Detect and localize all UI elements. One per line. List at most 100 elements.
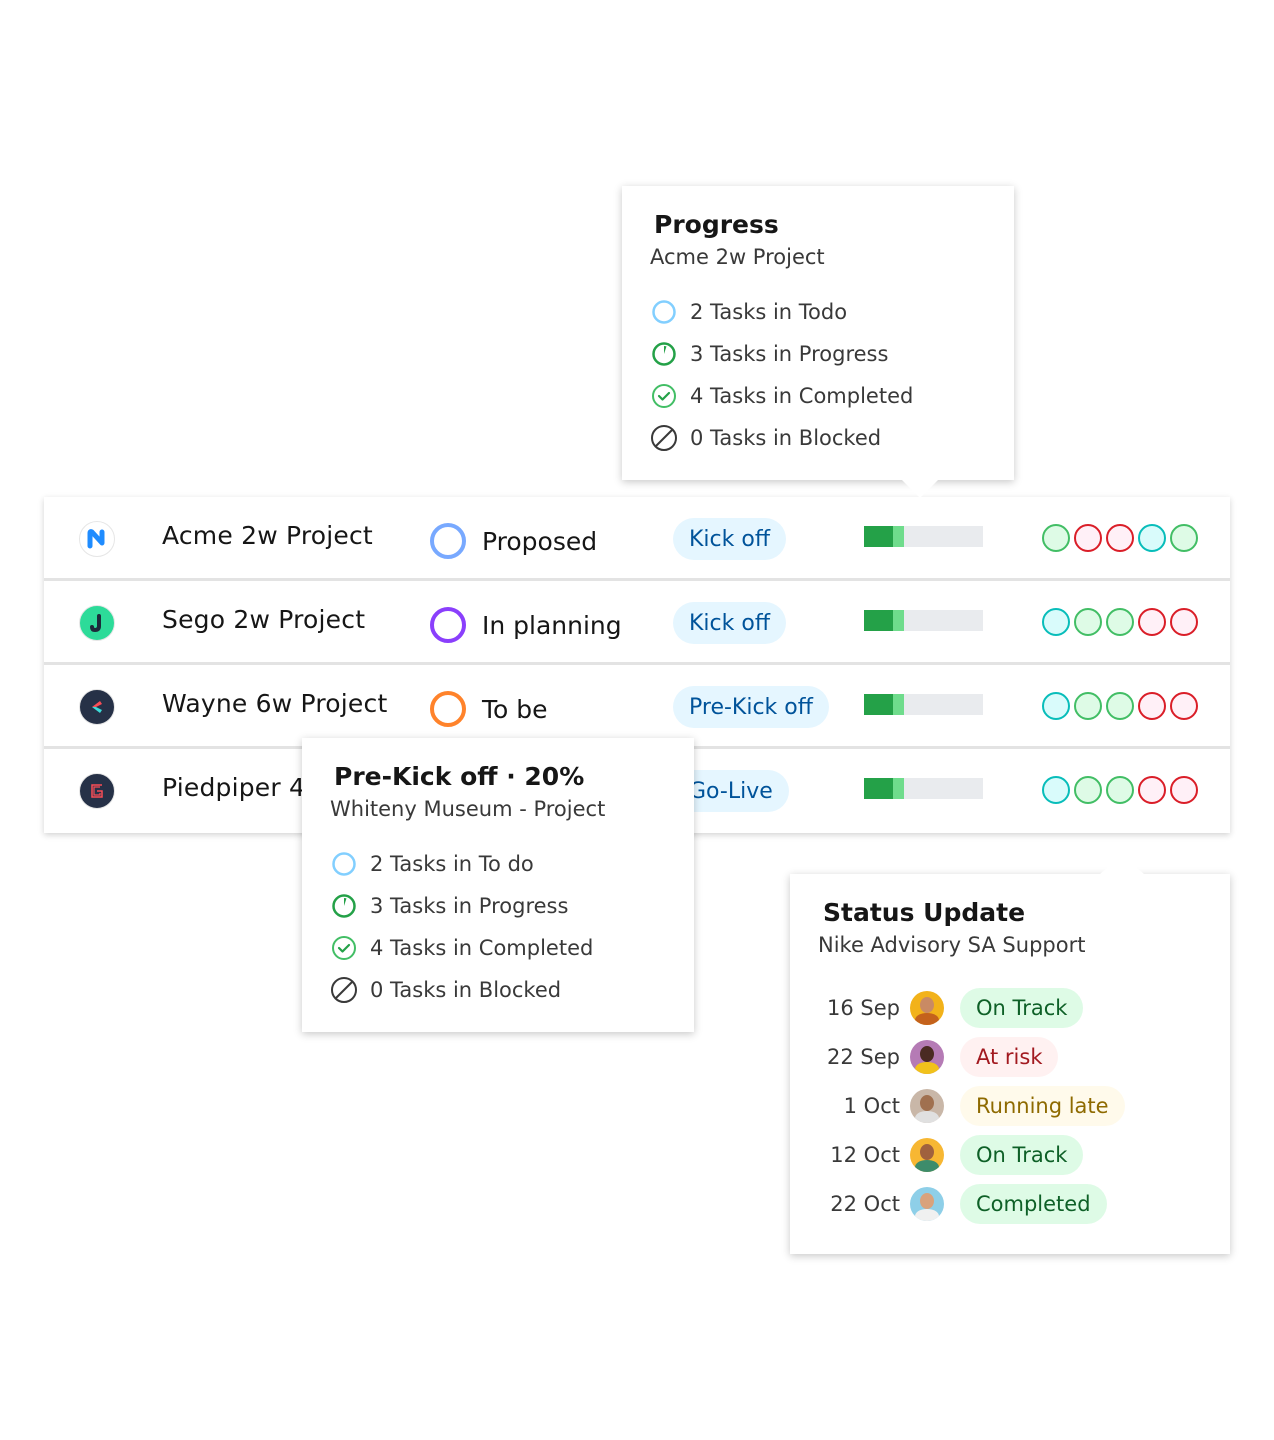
- health-dot-cyan[interactable]: [1138, 524, 1166, 552]
- update-date: 22 Sep: [827, 1044, 900, 1069]
- health-dot-cyan[interactable]: [1042, 608, 1070, 636]
- progress-tooltip: Progress Acme 2w Project 2 Tasks in Todo…: [622, 186, 1014, 498]
- phase-tooltip: Pre-Kick off · 20% Whiteny Museum - Proj…: [302, 738, 694, 1032]
- avatar: [910, 990, 944, 1025]
- status-update-item[interactable]: 12 Oct On Track: [822, 1130, 1198, 1179]
- j-logo-icon: [79, 605, 115, 641]
- status-ring-icon: [430, 523, 466, 559]
- phase-chip[interactable]: Kick off: [673, 518, 786, 560]
- health-dot-red[interactable]: [1138, 692, 1166, 720]
- health-dot-red[interactable]: [1170, 608, 1198, 636]
- health-dot-green[interactable]: [1042, 524, 1070, 552]
- project-name[interactable]: Sego 2w Project: [162, 605, 365, 634]
- project-status[interactable]: To be: [430, 691, 548, 727]
- avatar: [910, 1088, 944, 1123]
- status-update-item[interactable]: 16 Sep On Track: [822, 983, 1198, 1032]
- project-status[interactable]: In planning: [430, 607, 622, 643]
- health-dot-green[interactable]: [1170, 524, 1198, 552]
- task-summary-item: 3 Tasks in Progress: [330, 885, 666, 927]
- table-row[interactable]: Wayne 6w Project To be Pre-Kick off: [44, 665, 1230, 749]
- health-dot-green[interactable]: [1106, 692, 1134, 720]
- in-progress-icon: [650, 340, 678, 368]
- task-summary-item: 2 Tasks in Todo: [650, 291, 986, 333]
- status-label: In planning: [482, 610, 622, 640]
- health-dot-green[interactable]: [1074, 608, 1102, 636]
- status-pill: Completed: [960, 1183, 1107, 1224]
- task-summary-label: 2 Tasks in To do: [370, 852, 534, 876]
- health-dot-red[interactable]: [1170, 692, 1198, 720]
- health-dot-green[interactable]: [1074, 776, 1102, 804]
- progress-in-progress: [892, 610, 905, 631]
- progress-bar[interactable]: [864, 526, 983, 547]
- health-dot-green[interactable]: [1074, 692, 1102, 720]
- project-name[interactable]: Wayne 6w Project: [162, 689, 387, 718]
- health-dot-red[interactable]: [1138, 608, 1166, 636]
- status-update-item[interactable]: 22 Oct Completed: [822, 1179, 1198, 1228]
- health-dots[interactable]: [1042, 776, 1198, 804]
- tooltip-title: Status Update: [823, 898, 1026, 927]
- project-name[interactable]: Piedpiper 4: [162, 773, 305, 802]
- blocked-icon: [650, 424, 678, 452]
- health-dots[interactable]: [1042, 608, 1198, 636]
- status-update-tooltip: Status Update Nike Advisory SA Support 1…: [790, 854, 1230, 1254]
- project-status[interactable]: Proposed: [430, 523, 597, 559]
- task-summary-label: 0 Tasks in Blocked: [370, 978, 562, 1002]
- completed-check-icon: [650, 382, 678, 410]
- tooltip-title: Progress: [654, 210, 779, 239]
- progress-bar[interactable]: [864, 610, 983, 631]
- progress-in-progress: [892, 778, 905, 799]
- update-date: 12 Oct: [830, 1142, 900, 1167]
- health-dot-red[interactable]: [1138, 776, 1166, 804]
- progress-completed: [864, 778, 893, 799]
- completed-check-icon: [330, 934, 358, 962]
- table-row[interactable]: Sego 2w Project In planning Kick off: [44, 581, 1230, 665]
- status-pill: On Track: [960, 1134, 1084, 1175]
- in-progress-icon: [330, 892, 358, 920]
- health-dot-cyan[interactable]: [1042, 776, 1070, 804]
- task-summary-list: 2 Tasks in To do 3 Tasks in Progress 4 T…: [330, 843, 666, 1011]
- progress-bar[interactable]: [864, 778, 983, 799]
- task-summary-item: 0 Tasks in Blocked: [650, 417, 986, 459]
- table-row[interactable]: Acme 2w Project Proposed Kick off: [44, 497, 1230, 581]
- status-update-item[interactable]: 1 Oct Running late: [822, 1081, 1198, 1130]
- project-name[interactable]: Acme 2w Project: [162, 521, 373, 550]
- health-dot-green[interactable]: [1106, 776, 1134, 804]
- todo-circle-icon: [650, 298, 678, 326]
- k-logo-icon: [79, 689, 115, 725]
- health-dots[interactable]: [1042, 524, 1198, 552]
- status-pill: On Track: [960, 987, 1084, 1028]
- avatar: [910, 1039, 944, 1074]
- task-summary-label: 2 Tasks in Todo: [690, 300, 848, 324]
- progress-bar[interactable]: [864, 694, 983, 715]
- health-dot-red[interactable]: [1074, 524, 1102, 552]
- status-update-item[interactable]: 22 Sep At risk: [822, 1032, 1198, 1081]
- task-summary-item: 2 Tasks in To do: [330, 843, 666, 885]
- g-logo-icon: [79, 773, 115, 809]
- phase-chip[interactable]: Kick off: [673, 602, 786, 644]
- tooltip-subtitle: Acme 2w Project: [650, 245, 825, 269]
- health-dot-red[interactable]: [1170, 776, 1198, 804]
- health-dot-red[interactable]: [1106, 524, 1134, 552]
- health-dot-green[interactable]: [1106, 608, 1134, 636]
- task-summary-label: 4 Tasks in Completed: [690, 384, 914, 408]
- status-update-list: 16 Sep On Track 22 Sep At risk 1 Oct Run…: [822, 983, 1198, 1228]
- update-date: 16 Sep: [827, 995, 900, 1020]
- status-label: To be: [482, 694, 548, 724]
- avatar: [910, 1186, 944, 1221]
- status-label: Proposed: [482, 526, 598, 556]
- task-summary-label: 0 Tasks in Blocked: [690, 426, 882, 450]
- n-logo-icon: [79, 521, 115, 557]
- health-dots[interactable]: [1042, 692, 1198, 720]
- progress-completed: [864, 694, 893, 715]
- tooltip-subtitle: Nike Advisory SA Support: [818, 933, 1086, 957]
- phase-chip[interactable]: Pre-Kick off: [673, 686, 829, 728]
- task-summary-item: 3 Tasks in Progress: [650, 333, 986, 375]
- health-dot-cyan[interactable]: [1042, 692, 1070, 720]
- task-summary-label: 3 Tasks in Progress: [690, 342, 889, 366]
- tooltip-subtitle: Whiteny Museum - Project: [330, 797, 606, 821]
- blocked-icon: [330, 976, 358, 1004]
- task-summary-label: 4 Tasks in Completed: [370, 936, 594, 960]
- status-ring-icon: [430, 607, 466, 643]
- tooltip-title: Pre-Kick off · 20%: [334, 762, 585, 791]
- task-summary-item: 0 Tasks in Blocked: [330, 969, 666, 1011]
